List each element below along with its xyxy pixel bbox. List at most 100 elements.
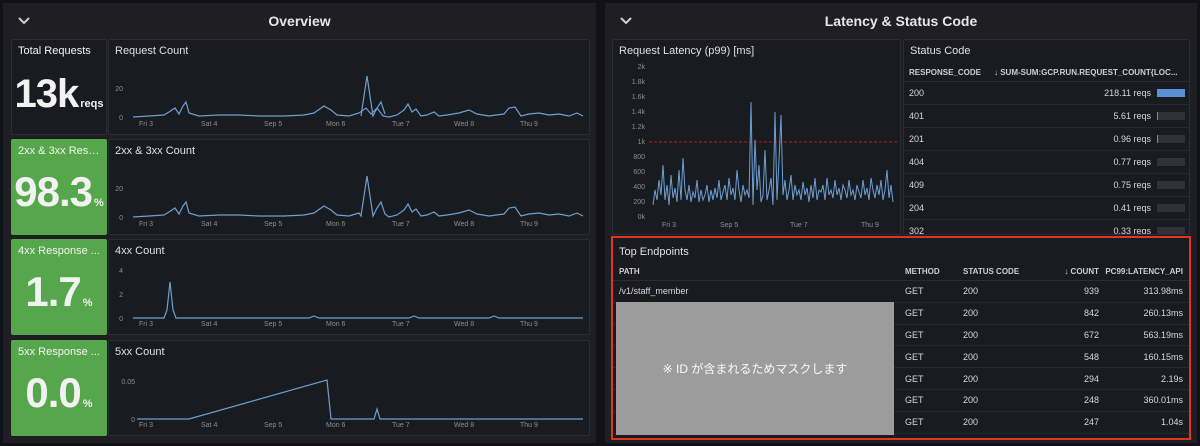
latency-header[interactable]: Latency & Status Code: [605, 3, 1197, 39]
overview-section: Overview Total Requests 13k reqs 2xx & 3x…: [3, 3, 596, 443]
stat-5xx-response[interactable]: 5xx Response ... 0.0%: [11, 340, 107, 436]
status-code-table: RESPONSE_CODE ↓ SUM-SUM:GCP.RUN.REQUEST_…: [904, 64, 1189, 235]
2xx-3xx-count-chart: 20 0: [115, 175, 584, 222]
y-tick: 0: [119, 215, 123, 222]
stat-number: 98.3: [14, 168, 93, 215]
col-method[interactable]: METHOD: [899, 267, 957, 276]
table-row[interactable]: 204 0.41 reqs: [904, 197, 1189, 220]
y-tick: 0.05: [121, 379, 135, 386]
x-tick: Wed 8: [454, 121, 475, 128]
count-bar: [1157, 135, 1185, 143]
endpoint-method: GET: [905, 417, 924, 428]
request-count-panel[interactable]: Request Count 20 0: [108, 39, 590, 135]
x-tick: Wed 8: [454, 422, 475, 429]
endpoint-latency: 313.98ms: [1143, 286, 1183, 297]
x-tick: Tue 7: [790, 222, 808, 229]
x-tick: Tue 7: [392, 121, 410, 128]
top-endpoints-panel[interactable]: Top Endpoints PATH METHOD STATUS CODE ↓ …: [612, 237, 1190, 439]
request-count: 5.61 reqs: [1113, 111, 1151, 121]
request-count-spike: [360, 75, 386, 118]
endpoint-count: 548: [1083, 351, 1099, 362]
stat-4xx-response[interactable]: 4xx Response ... 1.7%: [11, 239, 107, 335]
col-count[interactable]: ↓ COUNT: [1031, 267, 1105, 276]
endpoint-latency: 360.01ms: [1143, 395, 1183, 406]
section-title: Overview: [268, 13, 331, 29]
request-latency-panel[interactable]: Request Latency (p99) [ms] 2k 1.8k 1.6k …: [612, 39, 901, 235]
panel-title: 4xx Response ...: [18, 245, 100, 257]
x-tick: Fri 3: [139, 121, 153, 128]
x-tick: Mon 6: [326, 422, 346, 429]
x-tick: Thu 9: [861, 222, 879, 229]
endpoint-method: GET: [905, 351, 924, 362]
table-row[interactable]: 302 0.33 reqs: [904, 220, 1189, 235]
x-tick: Thu 9: [520, 422, 538, 429]
table-header: PATH METHOD STATUS CODE ↓ COUNT PC99:LAT…: [613, 263, 1189, 281]
table-row[interactable]: 201 0.96 reqs: [904, 128, 1189, 151]
col-path[interactable]: PATH: [613, 267, 899, 276]
section-title: Latency & Status Code: [824, 13, 978, 29]
y-tick: 400: [633, 184, 645, 191]
endpoint-method: GET: [905, 373, 924, 384]
endpoint-method: GET: [905, 286, 924, 297]
col-latency[interactable]: PC99:LATENCY_API: [1105, 267, 1189, 276]
overview-header[interactable]: Overview: [3, 3, 596, 39]
x-tick: Sep 5: [264, 221, 283, 228]
table-row[interactable]: 404 0.77 reqs: [904, 151, 1189, 174]
x-tick: Sep 5: [264, 422, 283, 429]
y-tick: 600: [633, 169, 645, 176]
endpoint-count: 842: [1083, 308, 1099, 319]
endpoint-count: 247: [1083, 417, 1099, 428]
endpoint-method: GET: [905, 308, 924, 319]
request-latency-chart: 2k 1.8k 1.6k 1.4k 1.2k 1k 800 600 400 20…: [632, 64, 899, 221]
stat-value: 13k reqs: [12, 72, 106, 117]
count-bar: [1157, 204, 1185, 212]
2xx-3xx-count-series: [132, 175, 584, 218]
stat-value: 1.7%: [12, 268, 106, 316]
request-count: 0.96 reqs: [1113, 134, 1151, 144]
col-response-code[interactable]: RESPONSE_CODE: [904, 68, 994, 77]
x-tick: Tue 7: [392, 321, 410, 328]
stat-2xx-3xx-response[interactable]: 2xx & 3xx Resp... 98.3%: [11, 139, 107, 235]
x-tick: Fri 3: [139, 221, 153, 228]
x-tick: Sep 5: [720, 222, 739, 229]
response-code: 409: [909, 180, 925, 190]
2xx-3xx-count-panel[interactable]: 2xx & 3xx Count 20 0: [108, 139, 590, 235]
table-row[interactable]: /v1/staff_member GET 200 939 313.98ms: [613, 281, 1189, 303]
x-tick: Sat 4: [201, 221, 218, 228]
response-code: 302: [909, 226, 925, 235]
panel-title: Status Code: [910, 45, 971, 57]
endpoint-count: 294: [1083, 373, 1099, 384]
table-row[interactable]: 200 218.11 reqs: [904, 82, 1189, 105]
x-tick: Thu 9: [520, 121, 538, 128]
endpoint-count: 939: [1083, 286, 1099, 297]
x-tick: Tue 7: [392, 422, 410, 429]
stat-unit: %: [82, 398, 93, 410]
x-tick: Wed 8: [454, 221, 475, 228]
x-tick: Wed 8: [454, 321, 475, 328]
stat-total-requests[interactable]: Total Requests 13k reqs: [11, 39, 107, 135]
count-bar: [1157, 227, 1185, 234]
endpoint-latency: 260.13ms: [1143, 308, 1183, 319]
x-tick: Sat 4: [201, 422, 218, 429]
y-tick: 1.2k: [632, 124, 646, 131]
latency-status-section: Latency & Status Code Request Latency (p…: [605, 3, 1197, 443]
panel-title: Top Endpoints: [619, 246, 689, 258]
table-row[interactable]: 409 0.75 reqs: [904, 174, 1189, 197]
x-tick: Tue 7: [392, 221, 410, 228]
status-code-panel[interactable]: Status Code RESPONSE_CODE ↓ SUM-SUM:GCP.…: [903, 39, 1190, 235]
table-row[interactable]: 401 5.61 reqs: [904, 105, 1189, 128]
5xx-count-panel[interactable]: 5xx Count 0.05 0: [108, 340, 590, 436]
request-count: 0.75 reqs: [1113, 180, 1151, 190]
endpoint-count: 248: [1083, 395, 1099, 406]
response-code: 204: [909, 203, 925, 213]
count-bar: [1157, 89, 1185, 97]
col-request-count[interactable]: ↓ SUM-SUM:GCP.RUN.REQUEST_COUNT{LOC...: [994, 68, 1189, 77]
col-status-code[interactable]: STATUS CODE: [957, 267, 1031, 276]
endpoint-path: /v1/staff_member: [619, 286, 689, 297]
4xx-count-panel[interactable]: 4xx Count 4 2 0: [108, 239, 590, 335]
count-bar: [1157, 112, 1185, 120]
panel-title: 5xx Response ...: [18, 346, 100, 358]
count-bar: [1157, 158, 1185, 166]
x-tick: Sat 4: [201, 321, 218, 328]
count-bar: [1157, 181, 1185, 189]
